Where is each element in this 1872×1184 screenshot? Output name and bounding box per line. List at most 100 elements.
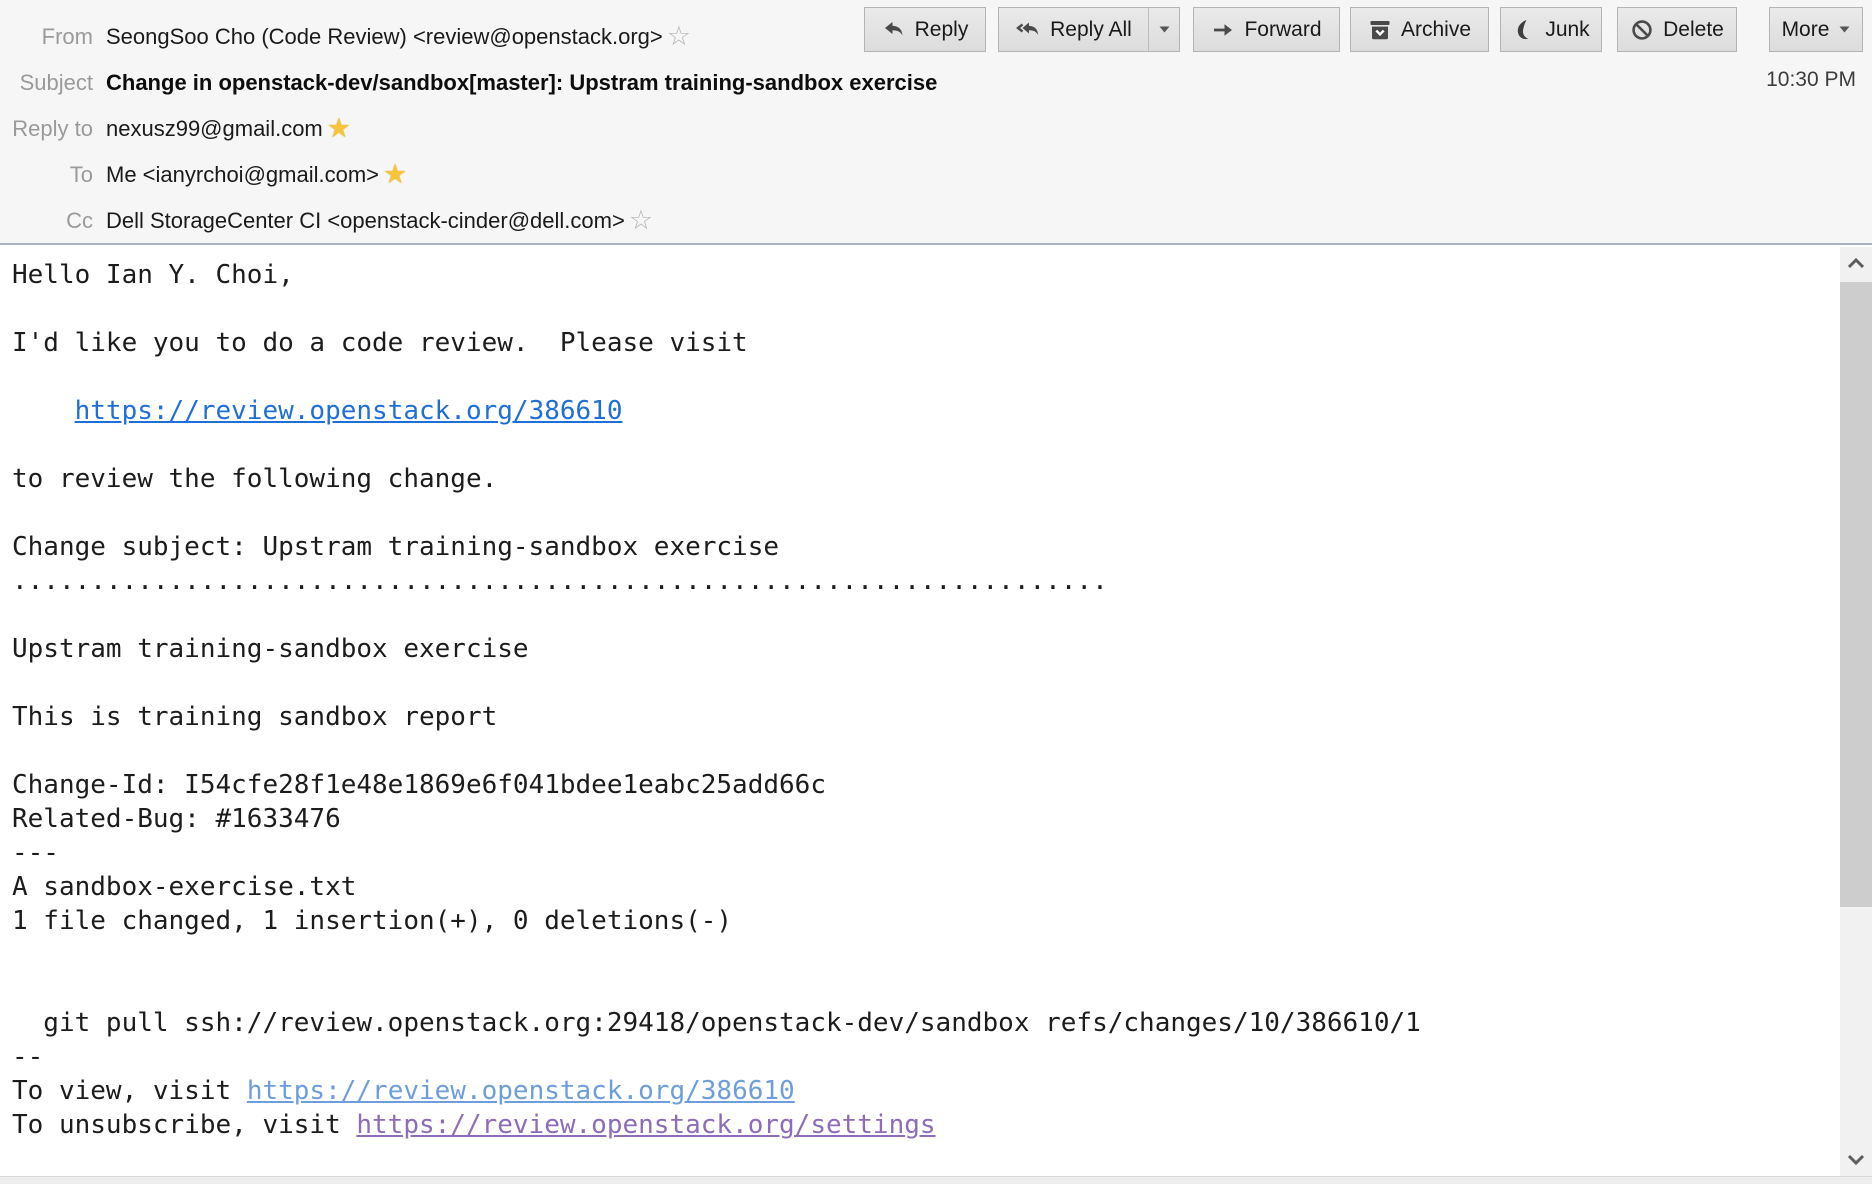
body-line: -- bbox=[12, 1040, 1840, 1074]
body-line: I'd like you to do a code review. Please… bbox=[12, 326, 1840, 360]
body-line: Change subject: Upstram training-sandbox… bbox=[12, 530, 1840, 564]
message-header: From SeongSoo Cho (Code Review) <review@o… bbox=[0, 0, 1872, 245]
field-label: To bbox=[0, 162, 93, 188]
body-text: To unsubscribe, visit bbox=[12, 1110, 356, 1140]
body-text: I'd like you to do a code review. Please… bbox=[12, 328, 748, 358]
body-line bbox=[12, 938, 1840, 972]
reply-button[interactable]: Reply bbox=[864, 7, 986, 52]
header-field-row: Reply to nexusz99@gmail.com★ bbox=[0, 106, 937, 152]
reply-all-button-label: Reply All bbox=[1050, 18, 1132, 42]
body-line bbox=[12, 292, 1840, 326]
chevron-up-icon bbox=[1847, 258, 1865, 269]
filled-star-icon[interactable]: ★ bbox=[327, 115, 351, 142]
delete-button[interactable]: Delete bbox=[1617, 7, 1737, 52]
body-line bbox=[12, 496, 1840, 530]
field-value[interactable]: Me <ianyrchoi@gmail.com> bbox=[106, 162, 379, 188]
reply-all-arrow-icon bbox=[1015, 18, 1041, 42]
body-text: This is training sandbox report bbox=[12, 702, 497, 732]
reply-all-button-group: Reply All bbox=[998, 7, 1180, 52]
body-link[interactable]: https://review.openstack.org/386610 bbox=[247, 1076, 795, 1106]
delete-prohibition-icon bbox=[1630, 18, 1654, 42]
hollow-star-icon[interactable]: ☆ bbox=[629, 207, 653, 234]
field-label: Reply to bbox=[0, 116, 93, 142]
body-text: Hello Ian Y. Choi, bbox=[12, 260, 294, 290]
body-line: to review the following change. bbox=[12, 462, 1840, 496]
field-value: Change in openstack-dev/sandbox[master]:… bbox=[106, 70, 937, 96]
junk-button-label: Junk bbox=[1545, 18, 1589, 42]
scroll-up-button[interactable] bbox=[1840, 247, 1872, 280]
hollow-star-icon[interactable]: ☆ bbox=[667, 23, 691, 50]
header-field-row: Cc Dell StorageCenter CI <openstack-cinde… bbox=[0, 198, 937, 244]
body-link[interactable]: https://review.openstack.org/settings bbox=[356, 1110, 935, 1140]
body-text: A sandbox-exercise.txt bbox=[12, 872, 356, 902]
body-line: --- bbox=[12, 836, 1840, 870]
body-line bbox=[12, 598, 1840, 632]
body-line: ........................................… bbox=[12, 564, 1840, 598]
body-text: Change subject: Upstram training-sandbox… bbox=[12, 532, 779, 562]
filled-star-icon[interactable]: ★ bbox=[383, 161, 407, 188]
body-text: --- bbox=[12, 838, 59, 868]
archive-button-label: Archive bbox=[1401, 18, 1471, 42]
body-text: Upstram training-sandbox exercise bbox=[12, 634, 529, 664]
body-line bbox=[12, 360, 1840, 394]
reply-arrow-icon bbox=[882, 18, 906, 42]
reply-all-button[interactable]: Reply All bbox=[999, 8, 1148, 51]
field-label: From bbox=[0, 24, 93, 50]
chevron-down-icon bbox=[1159, 26, 1170, 33]
scrollbar-thumb[interactable] bbox=[1840, 282, 1872, 907]
body-line bbox=[12, 734, 1840, 768]
field-label: Cc bbox=[0, 208, 93, 234]
header-field-row: Subject Change in openstack-dev/sandbox[m… bbox=[0, 60, 937, 106]
reply-button-label: Reply bbox=[915, 18, 969, 42]
body-link[interactable]: https://review.openstack.org/386610 bbox=[75, 396, 623, 426]
header-field-row: To Me <ianyrchoi@gmail.com>★ bbox=[0, 152, 937, 198]
header-fields: From SeongSoo Cho (Code Review) <review@o… bbox=[0, 14, 937, 244]
message-body: Hello Ian Y. Choi, I'd like you to do a c… bbox=[0, 247, 1840, 1176]
vertical-scrollbar[interactable] bbox=[1840, 247, 1872, 1176]
forward-button-label: Forward bbox=[1244, 18, 1321, 42]
body-text: -- bbox=[12, 1042, 43, 1072]
body-text: git pull ssh://review.openstack.org:2941… bbox=[12, 1008, 1421, 1038]
body-text: Related-Bug: #1633476 bbox=[12, 804, 341, 834]
chevron-down-icon bbox=[1847, 1154, 1865, 1165]
scroll-down-button[interactable] bbox=[1840, 1143, 1872, 1176]
archive-button[interactable]: Archive bbox=[1350, 7, 1489, 52]
body-line: git pull ssh://review.openstack.org:2941… bbox=[12, 1006, 1840, 1040]
body-line: Upstram training-sandbox exercise bbox=[12, 632, 1840, 666]
body-line bbox=[12, 972, 1840, 1006]
chevron-down-icon bbox=[1839, 26, 1850, 33]
body-lines: Hello Ian Y. Choi, I'd like you to do a c… bbox=[12, 258, 1840, 1142]
header-field-row: From SeongSoo Cho (Code Review) <review@o… bbox=[0, 14, 937, 60]
body-line: Related-Bug: #1633476 bbox=[12, 802, 1840, 836]
body-line bbox=[12, 666, 1840, 700]
junk-flame-icon bbox=[1512, 18, 1536, 42]
field-value[interactable]: SeongSoo Cho (Code Review) <review@opens… bbox=[106, 24, 663, 50]
field-value[interactable]: nexusz99@gmail.com bbox=[106, 116, 323, 142]
more-button-label: More bbox=[1782, 18, 1830, 42]
body-line: To view, visit https://review.openstack.… bbox=[12, 1074, 1840, 1108]
body-text: Change-Id: I54cfe28f1e48e1869e6f041bdee1… bbox=[12, 770, 826, 800]
body-line: A sandbox-exercise.txt bbox=[12, 870, 1840, 904]
body-text: ........................................… bbox=[12, 566, 1108, 596]
more-button[interactable]: More bbox=[1769, 7, 1863, 52]
body-line bbox=[12, 428, 1840, 462]
message-toolbar: Reply Reply All Forward bbox=[864, 7, 1863, 52]
body-line: Change-Id: I54cfe28f1e48e1869e6f041bdee1… bbox=[12, 768, 1840, 802]
archive-box-icon bbox=[1368, 18, 1392, 42]
forward-button[interactable]: Forward bbox=[1193, 7, 1340, 52]
body-text: to review the following change. bbox=[12, 464, 497, 494]
bottom-edge-strip bbox=[0, 1176, 1872, 1184]
body-text bbox=[12, 396, 75, 426]
field-label: Subject bbox=[0, 70, 93, 96]
junk-button[interactable]: Junk bbox=[1500, 7, 1602, 52]
forward-arrow-icon bbox=[1211, 18, 1235, 42]
body-line: 1 file changed, 1 insertion(+), 0 deleti… bbox=[12, 904, 1840, 938]
field-value[interactable]: Dell StorageCenter CI <openstack-cinder@… bbox=[106, 208, 625, 234]
body-line: https://review.openstack.org/386610 bbox=[12, 394, 1840, 428]
body-line: To unsubscribe, visit https://review.ope… bbox=[12, 1108, 1840, 1142]
reply-all-dropdown-button[interactable] bbox=[1148, 8, 1179, 51]
body-text: To view, visit bbox=[12, 1076, 247, 1106]
body-line: This is training sandbox report bbox=[12, 700, 1840, 734]
body-line: Hello Ian Y. Choi, bbox=[12, 258, 1840, 292]
body-text: 1 file changed, 1 insertion(+), 0 deleti… bbox=[12, 906, 732, 936]
